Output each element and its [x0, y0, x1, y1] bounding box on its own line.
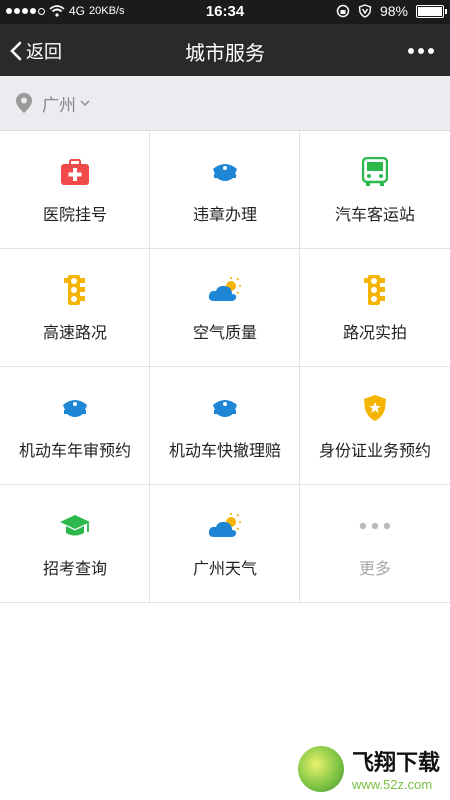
service-bus-station[interactable]: 汽车客运站 [300, 131, 450, 249]
weather-cloud-sun-icon [150, 275, 300, 305]
service-road-photos[interactable]: 路况实拍 [300, 249, 450, 367]
graduation-cap-icon [0, 511, 150, 541]
traffic-light-icon [300, 275, 450, 305]
service-label: 医院挂号 [42, 207, 107, 224]
city-selector[interactable]: 广州 [0, 76, 450, 131]
police-cap-icon [150, 393, 300, 423]
service-label: 广州天气 [192, 561, 257, 578]
more-dots-icon [300, 511, 450, 541]
traffic-light-icon [0, 275, 150, 305]
service-exam-query[interactable]: 招考查询 [0, 485, 150, 603]
battery-percent: 98% [379, 3, 408, 19]
more-menu-icon[interactable] [408, 48, 434, 54]
service-hospital-registration[interactable]: 医院挂号 [0, 131, 150, 249]
service-label: 违章办理 [192, 207, 257, 224]
police-cap-icon [150, 157, 300, 187]
service-weather[interactable]: 广州天气 [150, 485, 300, 603]
service-air-quality[interactable]: 空气质量 [150, 249, 300, 367]
weather-cloud-sun-icon [150, 511, 300, 541]
service-traffic-violation[interactable]: 违章办理 [150, 131, 300, 249]
service-label: 机动车快撤理赔 [168, 443, 281, 460]
service-label: 汽车客运站 [334, 207, 415, 224]
watermark-text: 飞翔下载 www.52z.com [352, 745, 440, 792]
service-label: 空气质量 [192, 325, 257, 342]
police-cap-icon [0, 393, 150, 423]
medical-kit-icon [0, 157, 150, 187]
badge-shield-icon [300, 393, 450, 423]
status-bar: 4G 20KB/s 16:34 98% [0, 0, 450, 24]
battery-icon [416, 4, 447, 18]
service-label: 身份证业务预约 [318, 443, 431, 460]
service-more[interactable]: 更多 [300, 485, 450, 603]
page-title: 城市服务 [185, 43, 265, 65]
status-right: 98% [336, 3, 447, 19]
bus-icon [300, 157, 450, 187]
service-label: 路况实拍 [342, 325, 407, 342]
service-label: 招考查询 [42, 561, 107, 578]
service-grid: 医院挂号 违章办理 汽车客运站 高速路况 空气质量 路况实拍 机动车年审预约 机… [0, 131, 450, 603]
watermark: 飞翔下载 www.52z.com [297, 745, 440, 792]
watermark-brand: 飞翔下载 [351, 750, 440, 775]
watermark-url: www.52z.com [351, 777, 433, 792]
location-pin-icon [16, 93, 32, 113]
watermark-logo [297, 745, 344, 792]
rotation-lock-icon [336, 4, 350, 18]
service-id-card[interactable]: 身份证业务预约 [300, 367, 450, 485]
service-label: 机动车年审预约 [18, 443, 131, 460]
service-highway-traffic[interactable]: 高速路况 [0, 249, 150, 367]
service-label: 高速路况 [42, 325, 107, 342]
service-label: 更多 [358, 561, 391, 578]
service-vehicle-claims[interactable]: 机动车快撤理赔 [150, 367, 300, 485]
navigation-bar: 返回 城市服务 [0, 24, 450, 76]
chevron-down-icon [80, 100, 90, 107]
vpn-shield-icon [358, 4, 372, 18]
city-name: 广州 [42, 95, 76, 115]
service-vehicle-inspection[interactable]: 机动车年审预约 [0, 367, 150, 485]
